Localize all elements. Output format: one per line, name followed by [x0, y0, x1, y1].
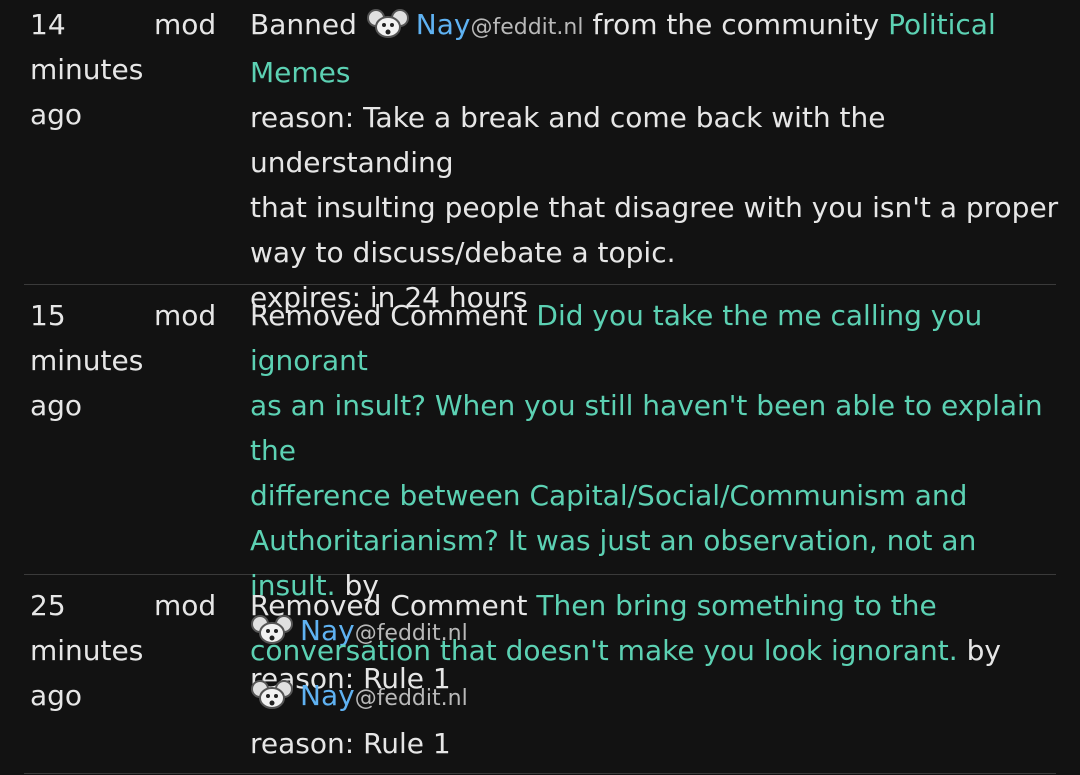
reason-line: that insulting people that disagree with… [250, 191, 1059, 224]
action-text: Removed Comment Then bring something to … [250, 583, 1060, 766]
time-unit: minutes [30, 53, 144, 86]
action-text: Banned Nay@feddit.nl from the community … [250, 2, 1060, 320]
mouse-avatar-icon[interactable] [250, 679, 294, 711]
time-unit: minutes [30, 344, 144, 377]
actor-label: mod [154, 299, 217, 332]
user-instance[interactable]: @feddit.nl [470, 15, 583, 40]
action-type: Removed Comment [250, 589, 528, 622]
timestamp: 14 minutes ago [30, 2, 150, 137]
community-link-cont[interactable]: Memes [250, 50, 1060, 95]
time-ago: ago [30, 98, 83, 131]
action-connector: from the community [592, 8, 880, 41]
by-label: by [966, 634, 1001, 667]
timestamp: 25 minutes ago [30, 583, 150, 718]
community-link[interactable]: Political [888, 8, 996, 41]
timestamp: 15 minutes ago [30, 293, 150, 428]
time-number: 14 [30, 8, 66, 41]
actor-label: mod [154, 589, 217, 622]
reason-line: way to discuss/debate a topic. [250, 236, 676, 269]
time-number: 25 [30, 589, 66, 622]
modlog: 14 minutes ago mod Banned Nay@feddit.nl … [0, 0, 1080, 775]
user-link[interactable]: Nay [300, 679, 355, 712]
actor-label: mod [154, 8, 217, 41]
comment-link[interactable]: Then bring something to the [536, 589, 936, 622]
reason-line: reason: Take a break and come back with … [250, 101, 886, 179]
comment-link-cont[interactable]: as an insult? When you still haven't bee… [250, 383, 1060, 473]
time-ago: ago [30, 389, 83, 422]
mouse-avatar-icon[interactable] [366, 8, 410, 40]
time-unit: minutes [30, 634, 144, 667]
time-number: 15 [30, 299, 66, 332]
action-type: Removed Comment [250, 299, 528, 332]
comment-link-cont[interactable]: difference between Capital/Social/Commun… [250, 473, 1060, 518]
reason-line: reason: Rule 1 [250, 727, 451, 760]
action-type: Banned [250, 8, 357, 41]
user-link[interactable]: Nay [416, 8, 471, 41]
user-instance[interactable]: @feddit.nl [355, 686, 468, 711]
time-ago: ago [30, 679, 83, 712]
modlog-row: 15 minutes ago mod Removed Comment Did y… [24, 293, 1056, 695]
modlog-row: 25 minutes ago mod Removed Comment Then … [24, 583, 1056, 774]
comment-link-cont[interactable]: conversation that doesn't make you look … [250, 634, 958, 667]
modlog-row: 14 minutes ago mod Banned Nay@feddit.nl … [24, 2, 1058, 314]
